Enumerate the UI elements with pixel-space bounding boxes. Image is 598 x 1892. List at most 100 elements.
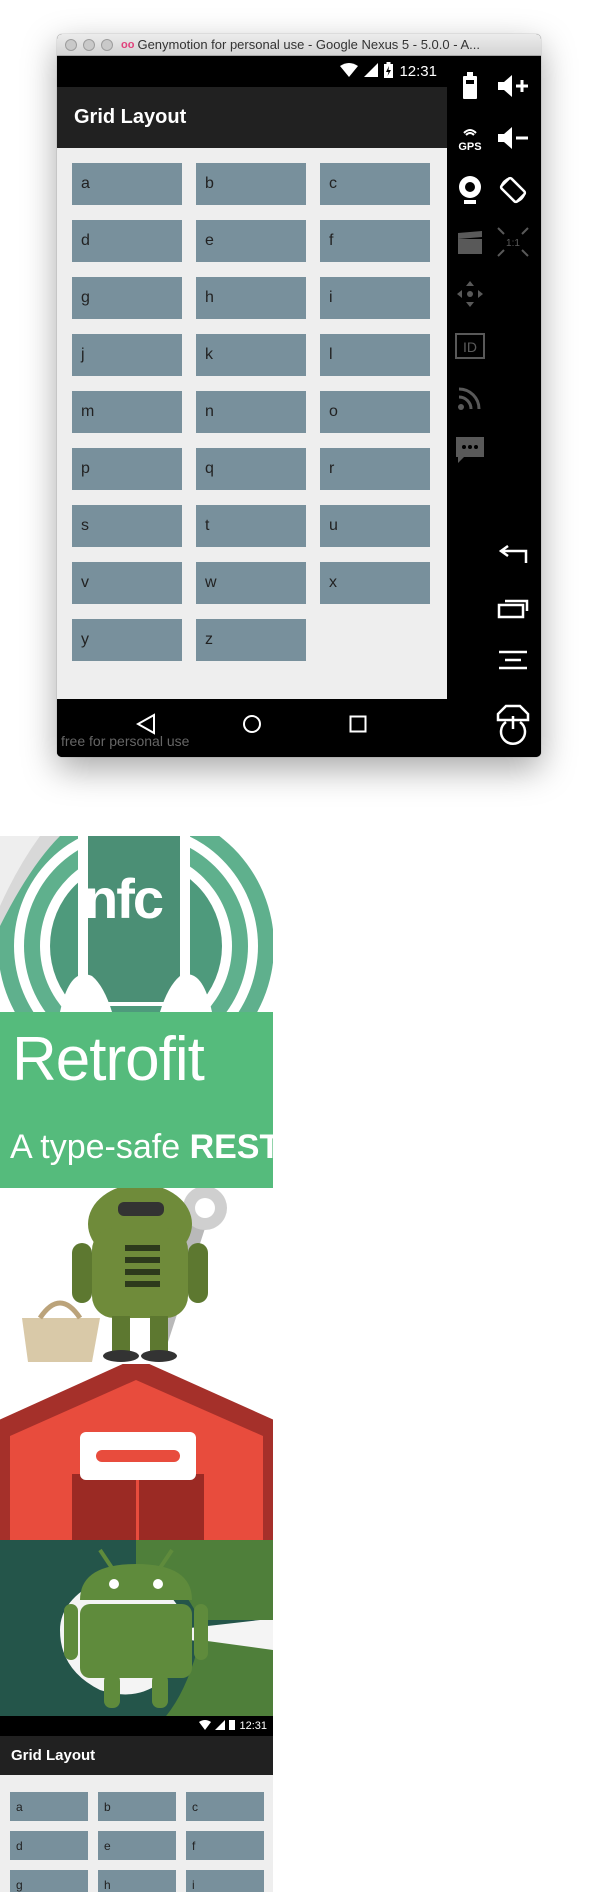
mini-grid-cell: a: [10, 1792, 88, 1821]
grid-cell[interactable]: c: [320, 163, 430, 205]
mini-app-title: Grid Layout: [11, 1747, 96, 1764]
mini-letter-grid: a b c d e f g h i: [10, 1792, 264, 1892]
volume-up-button[interactable]: [493, 66, 533, 106]
screencast-widget-button[interactable]: [450, 222, 490, 262]
grid-cell[interactable]: l: [320, 334, 430, 376]
pixel-perfect-button[interactable]: 1:1: [493, 222, 533, 262]
webcam-icon: [457, 175, 483, 205]
grid-cell[interactable]: d: [72, 220, 182, 262]
grid-cell[interactable]: v: [72, 562, 182, 604]
mini-grid-cell: g: [10, 1870, 88, 1892]
mini-grid-cell: f: [186, 1831, 264, 1860]
clapperboard-icon: [456, 229, 484, 255]
mini-app-toolbar: Grid Layout: [0, 1736, 273, 1775]
scale-one-to-one-icon: 1:1: [496, 226, 530, 258]
android-device-screen: 12:31 Grid Layout a b c d e f g h i j k: [57, 56, 447, 757]
grid-cell[interactable]: j: [72, 334, 182, 376]
android-robot-tools-illustration: [22, 1188, 227, 1362]
app-title: Grid Layout: [74, 106, 187, 128]
grid-cell[interactable]: h: [196, 277, 306, 319]
home-button[interactable]: [239, 713, 265, 739]
grid-cell[interactable]: e: [196, 220, 306, 262]
cell-signal-icon: [364, 62, 379, 81]
side-recents-button[interactable]: [493, 588, 533, 628]
svg-text:ID: ID: [463, 339, 477, 355]
network-widget-button[interactable]: [450, 378, 490, 418]
genymotion-window: oo Genymotion for personal use - Google …: [57, 34, 541, 757]
grid-cell[interactable]: t: [196, 505, 306, 547]
grid-cell[interactable]: q: [196, 448, 306, 490]
grid-cell[interactable]: a: [72, 163, 182, 205]
mini-grid-cell: d: [10, 1831, 88, 1860]
grid-cell[interactable]: m: [72, 391, 182, 433]
status-bar: 12:31: [57, 56, 447, 87]
rotate-button[interactable]: [493, 170, 533, 210]
genymotion-logo-icon: oo: [121, 38, 135, 51]
window-title: oo Genymotion for personal use - Google …: [121, 37, 480, 52]
mini-grid-cell: i: [186, 1870, 264, 1892]
grid-cell[interactable]: w: [196, 562, 306, 604]
grid-cell[interactable]: y: [72, 619, 182, 661]
grid-cell[interactable]: r: [320, 448, 430, 490]
page: oo Genymotion for personal use - Google …: [0, 0, 598, 1892]
retrofit-subtitle: A type-safe REST: [10, 1128, 273, 1166]
nfc-logo-text: nfc: [84, 867, 164, 930]
grid-cell[interactable]: f: [320, 220, 430, 262]
grid-cell[interactable]: i: [320, 277, 430, 319]
mini-status-bar: 12:31: [0, 1716, 273, 1736]
grid-cell[interactable]: g: [72, 277, 182, 319]
minimize-window-button[interactable]: [83, 38, 95, 51]
genymotion-side-panel: GPS 1:1 ID: [447, 56, 541, 757]
id-icon: ID: [455, 333, 485, 359]
side-menu-button[interactable]: [493, 640, 533, 680]
power-button[interactable]: [495, 712, 531, 748]
android-c-logo-illustration: [0, 1540, 273, 1716]
battery-charging-icon: [384, 61, 394, 82]
barn-thumbnail: [0, 1364, 273, 1540]
volume-down-button[interactable]: [493, 118, 533, 158]
svg-text:1:1: 1:1: [506, 238, 520, 249]
mini-grid-cell: c: [186, 1792, 264, 1821]
webcam-widget-button[interactable]: [450, 170, 490, 210]
volume-up-icon: [496, 73, 530, 99]
svg-text:GPS: GPS: [458, 141, 481, 153]
home-circle-icon: [242, 714, 262, 739]
grid-cell[interactable]: n: [196, 391, 306, 433]
remote-control-button[interactable]: [450, 274, 490, 314]
close-window-button[interactable]: [65, 38, 77, 51]
recents-button[interactable]: [345, 713, 371, 739]
back-arrow-icon: [496, 545, 530, 567]
menu-icon: [497, 650, 529, 670]
android-c-logo-thumbnail: [0, 1540, 273, 1716]
recent-apps-icon: [497, 597, 529, 619]
mini-status-time: 12:31: [239, 1720, 267, 1732]
sms-widget-button[interactable]: [450, 430, 490, 470]
rotate-icon: [497, 174, 529, 206]
grid-content: a b c d e f g h i j k l m n o p q r s t …: [57, 148, 447, 699]
mini-grid-cell: e: [98, 1831, 176, 1860]
grid-cell[interactable]: s: [72, 505, 182, 547]
grid-layout-thumbnail: 12:31 Grid Layout a b c d e f g h i: [0, 1716, 273, 1892]
chat-bubble-icon: [454, 435, 486, 465]
wifi-icon: [340, 62, 359, 81]
device-id-button[interactable]: ID: [450, 326, 490, 366]
grid-cell[interactable]: x: [320, 562, 430, 604]
mini-wifi-icon: [199, 1719, 212, 1733]
navigation-bar: free for personal use: [57, 699, 447, 757]
grid-cell[interactable]: k: [196, 334, 306, 376]
grid-cell[interactable]: u: [320, 505, 430, 547]
gps-widget-button[interactable]: GPS: [450, 118, 490, 158]
battery-icon: [462, 72, 478, 100]
mini-battery-icon: [229, 1719, 236, 1733]
grid-cell[interactable]: b: [196, 163, 306, 205]
power-icon: [495, 716, 531, 752]
zoom-window-button[interactable]: [101, 38, 113, 51]
battery-widget-button[interactable]: [450, 66, 490, 106]
retrofit-thumbnail: Retrofit A type-safe REST: [0, 1012, 273, 1188]
retrofit-title: Retrofit: [12, 1025, 205, 1094]
window-titlebar[interactable]: oo Genymotion for personal use - Google …: [57, 34, 541, 56]
grid-cell[interactable]: p: [72, 448, 182, 490]
grid-cell[interactable]: z: [196, 619, 306, 661]
grid-cell[interactable]: o: [320, 391, 430, 433]
side-back-button[interactable]: [493, 536, 533, 576]
